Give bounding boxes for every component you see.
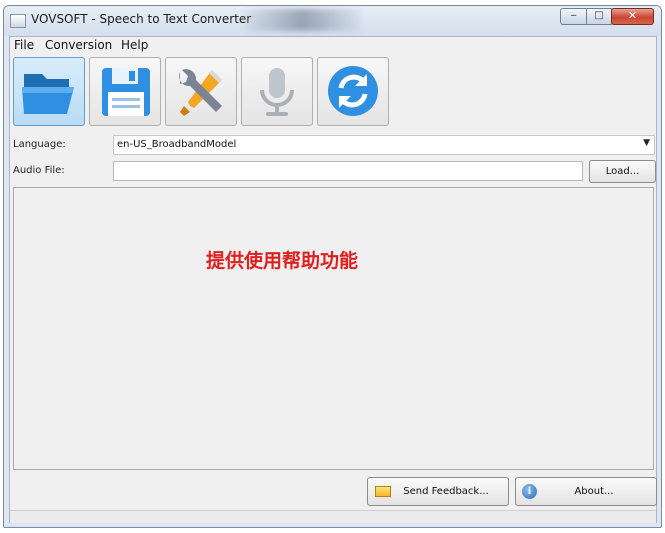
audio-file-input[interactable]: [113, 161, 583, 181]
language-value: en-US_BroadbandModel: [117, 139, 237, 150]
menu-conversion[interactable]: Conversion: [45, 38, 112, 52]
folder-open-icon: [22, 74, 74, 114]
open-button[interactable]: [13, 57, 85, 126]
wrench-screwdriver-icon: [179, 69, 222, 116]
load-button[interactable]: Load...: [589, 160, 656, 183]
overlay-caption: 提供使用帮助功能: [206, 250, 359, 272]
close-button[interactable]: ✕: [611, 8, 654, 25]
menu-bar: File Conversion Help: [10, 37, 656, 55]
maximize-button[interactable]: □: [586, 8, 612, 25]
title-bar[interactable]: VOVSOFT - Speech to Text Converter ‒ □ ✕: [4, 6, 661, 36]
settings-button[interactable]: [165, 57, 237, 126]
save-button[interactable]: [89, 57, 161, 126]
audio-file-label: Audio File:: [13, 165, 65, 176]
minimize-button[interactable]: ‒: [560, 8, 587, 25]
menu-help[interactable]: Help: [121, 38, 148, 52]
language-select[interactable]: en-US_BroadbandModel ▼: [113, 135, 655, 155]
about-label: About...: [574, 486, 614, 497]
refresh-icon: [328, 66, 378, 116]
app-icon: [10, 14, 26, 28]
microphone-button[interactable]: [241, 57, 313, 126]
status-bar: [10, 510, 656, 523]
about-button[interactable]: i About...: [515, 477, 657, 506]
menu-file[interactable]: File: [14, 38, 34, 52]
blurred-region: [244, 9, 362, 31]
app-window: VOVSOFT - Speech to Text Converter ‒ □ ✕…: [3, 5, 662, 528]
chevron-down-icon: ▼: [643, 138, 650, 148]
client-area: File Conversion Help Language: en-US_Bro…: [9, 36, 657, 523]
window-title: VOVSOFT - Speech to Text Converter: [31, 12, 252, 26]
send-feedback-button[interactable]: Send Feedback...: [367, 477, 509, 506]
send-feedback-label: Send Feedback...: [403, 486, 489, 497]
refresh-button[interactable]: [317, 57, 389, 126]
transcript-output[interactable]: 提供使用帮助功能: [13, 187, 654, 470]
language-label: Language:: [13, 139, 66, 150]
floppy-save-icon: [102, 68, 150, 116]
microphone-icon: [260, 68, 294, 116]
